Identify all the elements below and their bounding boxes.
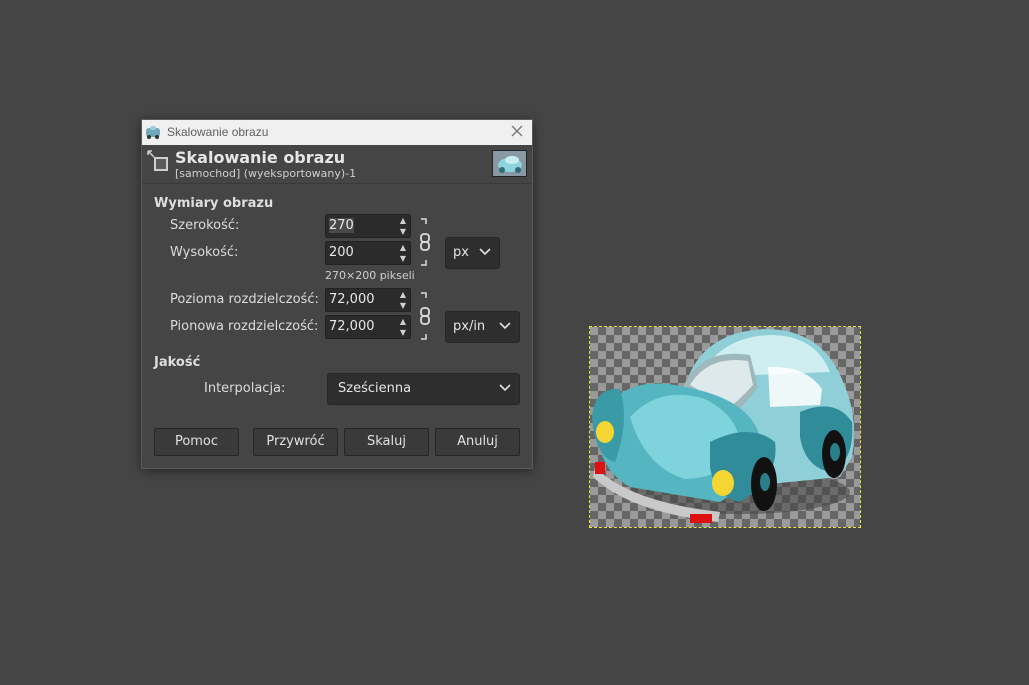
yres-value[interactable]: 72,000 <box>329 319 375 334</box>
header-subtitle: [samochod] (wyeksportowany)-1 <box>175 167 357 180</box>
resolution-unit-select[interactable]: px/in <box>445 311 520 343</box>
dialog-header: Skalowanie obrazu [samochod] (wyeksporto… <box>142 145 532 184</box>
chevron-down-icon <box>499 384 511 392</box>
window-title: Skalowanie obrazu <box>167 125 269 139</box>
car-image <box>592 329 854 523</box>
scale-button[interactable]: Skaluj <box>344 428 429 456</box>
help-button[interactable]: Pomoc <box>154 428 239 456</box>
xres-value[interactable]: 72,000 <box>329 292 375 307</box>
decrement-icon[interactable]: ▼ <box>398 327 408 338</box>
xres-input[interactable]: 72,000 ▲ ▼ <box>325 288 411 312</box>
scale-image-dialog: Skalowanie obrazu Skalowanie obrazu [sam… <box>141 119 533 469</box>
yres-stepper[interactable]: ▲ ▼ <box>398 316 408 338</box>
yres-input[interactable]: 72,000 ▲ ▼ <box>325 315 411 339</box>
decrement-icon[interactable]: ▼ <box>398 300 408 311</box>
width-value[interactable]: 270 <box>329 218 354 233</box>
interpolation-select[interactable]: Sześcienna <box>327 373 520 405</box>
chevron-down-icon <box>479 248 491 256</box>
width-input[interactable]: 270 ▲ ▼ <box>325 214 411 238</box>
reset-button[interactable]: Przywróć <box>253 428 338 456</box>
xres-label: Pozioma rozdzielczość: <box>170 292 319 307</box>
chain-link-icon[interactable] <box>418 292 432 340</box>
height-label: Wysokość: <box>170 245 239 260</box>
image-thumbnail <box>492 150 527 177</box>
increment-icon[interactable]: ▲ <box>398 215 408 226</box>
width-label: Szerokość: <box>170 218 240 233</box>
decrement-icon[interactable]: ▼ <box>398 253 408 264</box>
decrement-icon[interactable]: ▼ <box>398 226 408 237</box>
header-title: Skalowanie obrazu <box>175 148 346 167</box>
quality-section-label: Jakość <box>154 355 201 370</box>
interpolation-label: Interpolacja: <box>204 381 286 396</box>
height-value[interactable]: 200 <box>329 245 354 260</box>
chevron-down-icon <box>499 322 511 330</box>
window-titlebar[interactable]: Skalowanie obrazu <box>142 120 532 145</box>
chain-link-icon[interactable] <box>418 218 432 266</box>
cancel-button[interactable]: Anuluj <box>435 428 520 456</box>
increment-icon[interactable]: ▲ <box>398 316 408 327</box>
interpolation-value: Sześcienna <box>338 381 412 396</box>
pixel-size-info: 270×200 pikseli <box>325 269 415 282</box>
close-icon[interactable] <box>510 124 524 138</box>
size-unit-value: px <box>453 245 469 260</box>
xres-stepper[interactable]: ▲ ▼ <box>398 289 408 311</box>
scale-image-icon <box>147 150 168 171</box>
size-unit-select[interactable]: px <box>445 237 500 269</box>
increment-icon[interactable]: ▲ <box>398 289 408 300</box>
yres-label: Pionowa rozdzielczość: <box>170 319 319 334</box>
image-size-section-label: Wymiary obrazu <box>154 196 274 211</box>
image-canvas[interactable] <box>589 326 861 528</box>
height-stepper[interactable]: ▲ ▼ <box>398 242 408 264</box>
increment-icon[interactable]: ▲ <box>398 242 408 253</box>
gimp-app-icon <box>146 126 160 139</box>
height-input[interactable]: 200 ▲ ▼ <box>325 241 411 265</box>
resolution-unit-value: px/in <box>453 319 486 334</box>
width-stepper[interactable]: ▲ ▼ <box>398 215 408 237</box>
